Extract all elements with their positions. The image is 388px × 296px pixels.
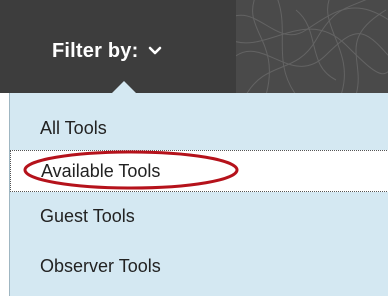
menu-item-all-tools[interactable]: All Tools [10, 107, 388, 149]
menu-item-available-tools[interactable]: Available Tools [10, 150, 388, 192]
menu-item-label: All Tools [40, 117, 107, 138]
filter-by-label: Filter by: [52, 39, 139, 62]
header-bar: Filter by: [0, 0, 388, 93]
filter-dropdown-menu: All Tools Available Tools Guest Tools Ob… [9, 93, 388, 296]
menu-item-label: Available Tools [41, 160, 161, 181]
menu-item-label: Guest Tools [40, 205, 135, 226]
texture-pattern [225, 0, 388, 93]
header-texture [225, 0, 388, 93]
menu-item-guest-tools[interactable]: Guest Tools [10, 195, 388, 237]
filter-screen: Filter by: All Tools Available Tools Gue… [0, 0, 388, 296]
chevron-down-icon [149, 46, 162, 55]
menu-item-label: Observer Tools [40, 255, 161, 276]
filter-by-button[interactable]: Filter by: [52, 38, 162, 64]
dropdown-caret [112, 81, 136, 93]
menu-item-observer-tools[interactable]: Observer Tools [10, 245, 388, 287]
